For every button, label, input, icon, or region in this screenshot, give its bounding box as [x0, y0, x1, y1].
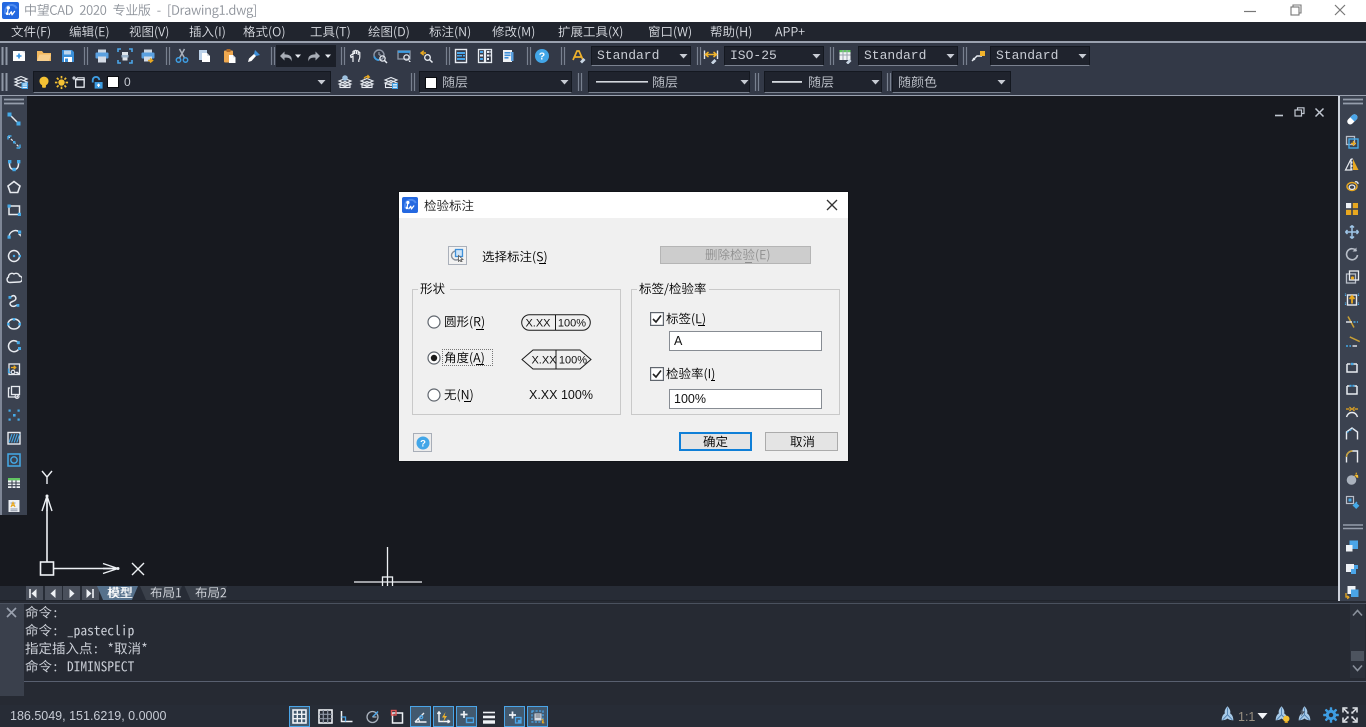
svg-text:100%: 100%	[559, 355, 587, 367]
svg-text:X.XX: X.XX	[531, 355, 557, 367]
svg-text:X.XX: X.XX	[525, 318, 551, 330]
svg-text:100%: 100%	[558, 318, 586, 330]
svg-text:?: ?	[420, 438, 426, 449]
svg-text:?: ?	[539, 51, 545, 63]
